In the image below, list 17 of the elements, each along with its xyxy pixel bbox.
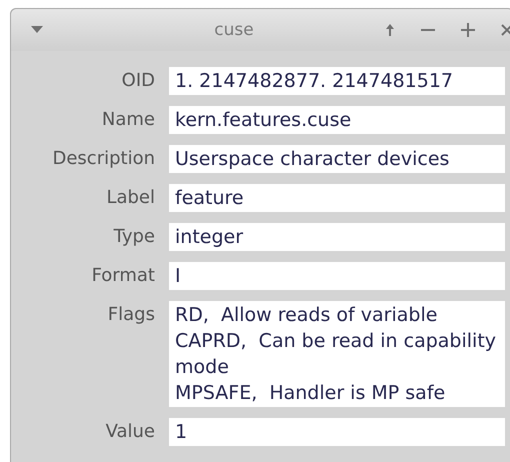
value-field[interactable]: 1 <box>169 418 505 446</box>
value-field[interactable]: Userspace character devices <box>169 145 505 173</box>
value-field[interactable]: integer <box>169 223 505 251</box>
window-title: cuse <box>213 20 255 40</box>
field-label: Flags <box>106 303 155 327</box>
value-field[interactable]: 1. 2147482877. 2147481517 <box>169 67 505 95</box>
value-field[interactable]: feature <box>169 184 505 212</box>
value-field[interactable]: kern.features.cuse <box>169 106 505 134</box>
value-field[interactable]: RD, Allow reads of variable CAPRD, Can be read in capability mode MPSAFE, Handler is MP safe <box>169 301 505 407</box>
field-label: Format <box>90 264 155 288</box>
field-label: Name <box>100 108 155 132</box>
field-label: OID <box>120 69 155 93</box>
field-label: Value <box>104 420 155 444</box>
field-label: Type <box>112 225 155 249</box>
value-field[interactable]: I <box>169 262 505 290</box>
field-label: Description <box>51 147 155 171</box>
field-label: Label <box>105 186 155 210</box>
